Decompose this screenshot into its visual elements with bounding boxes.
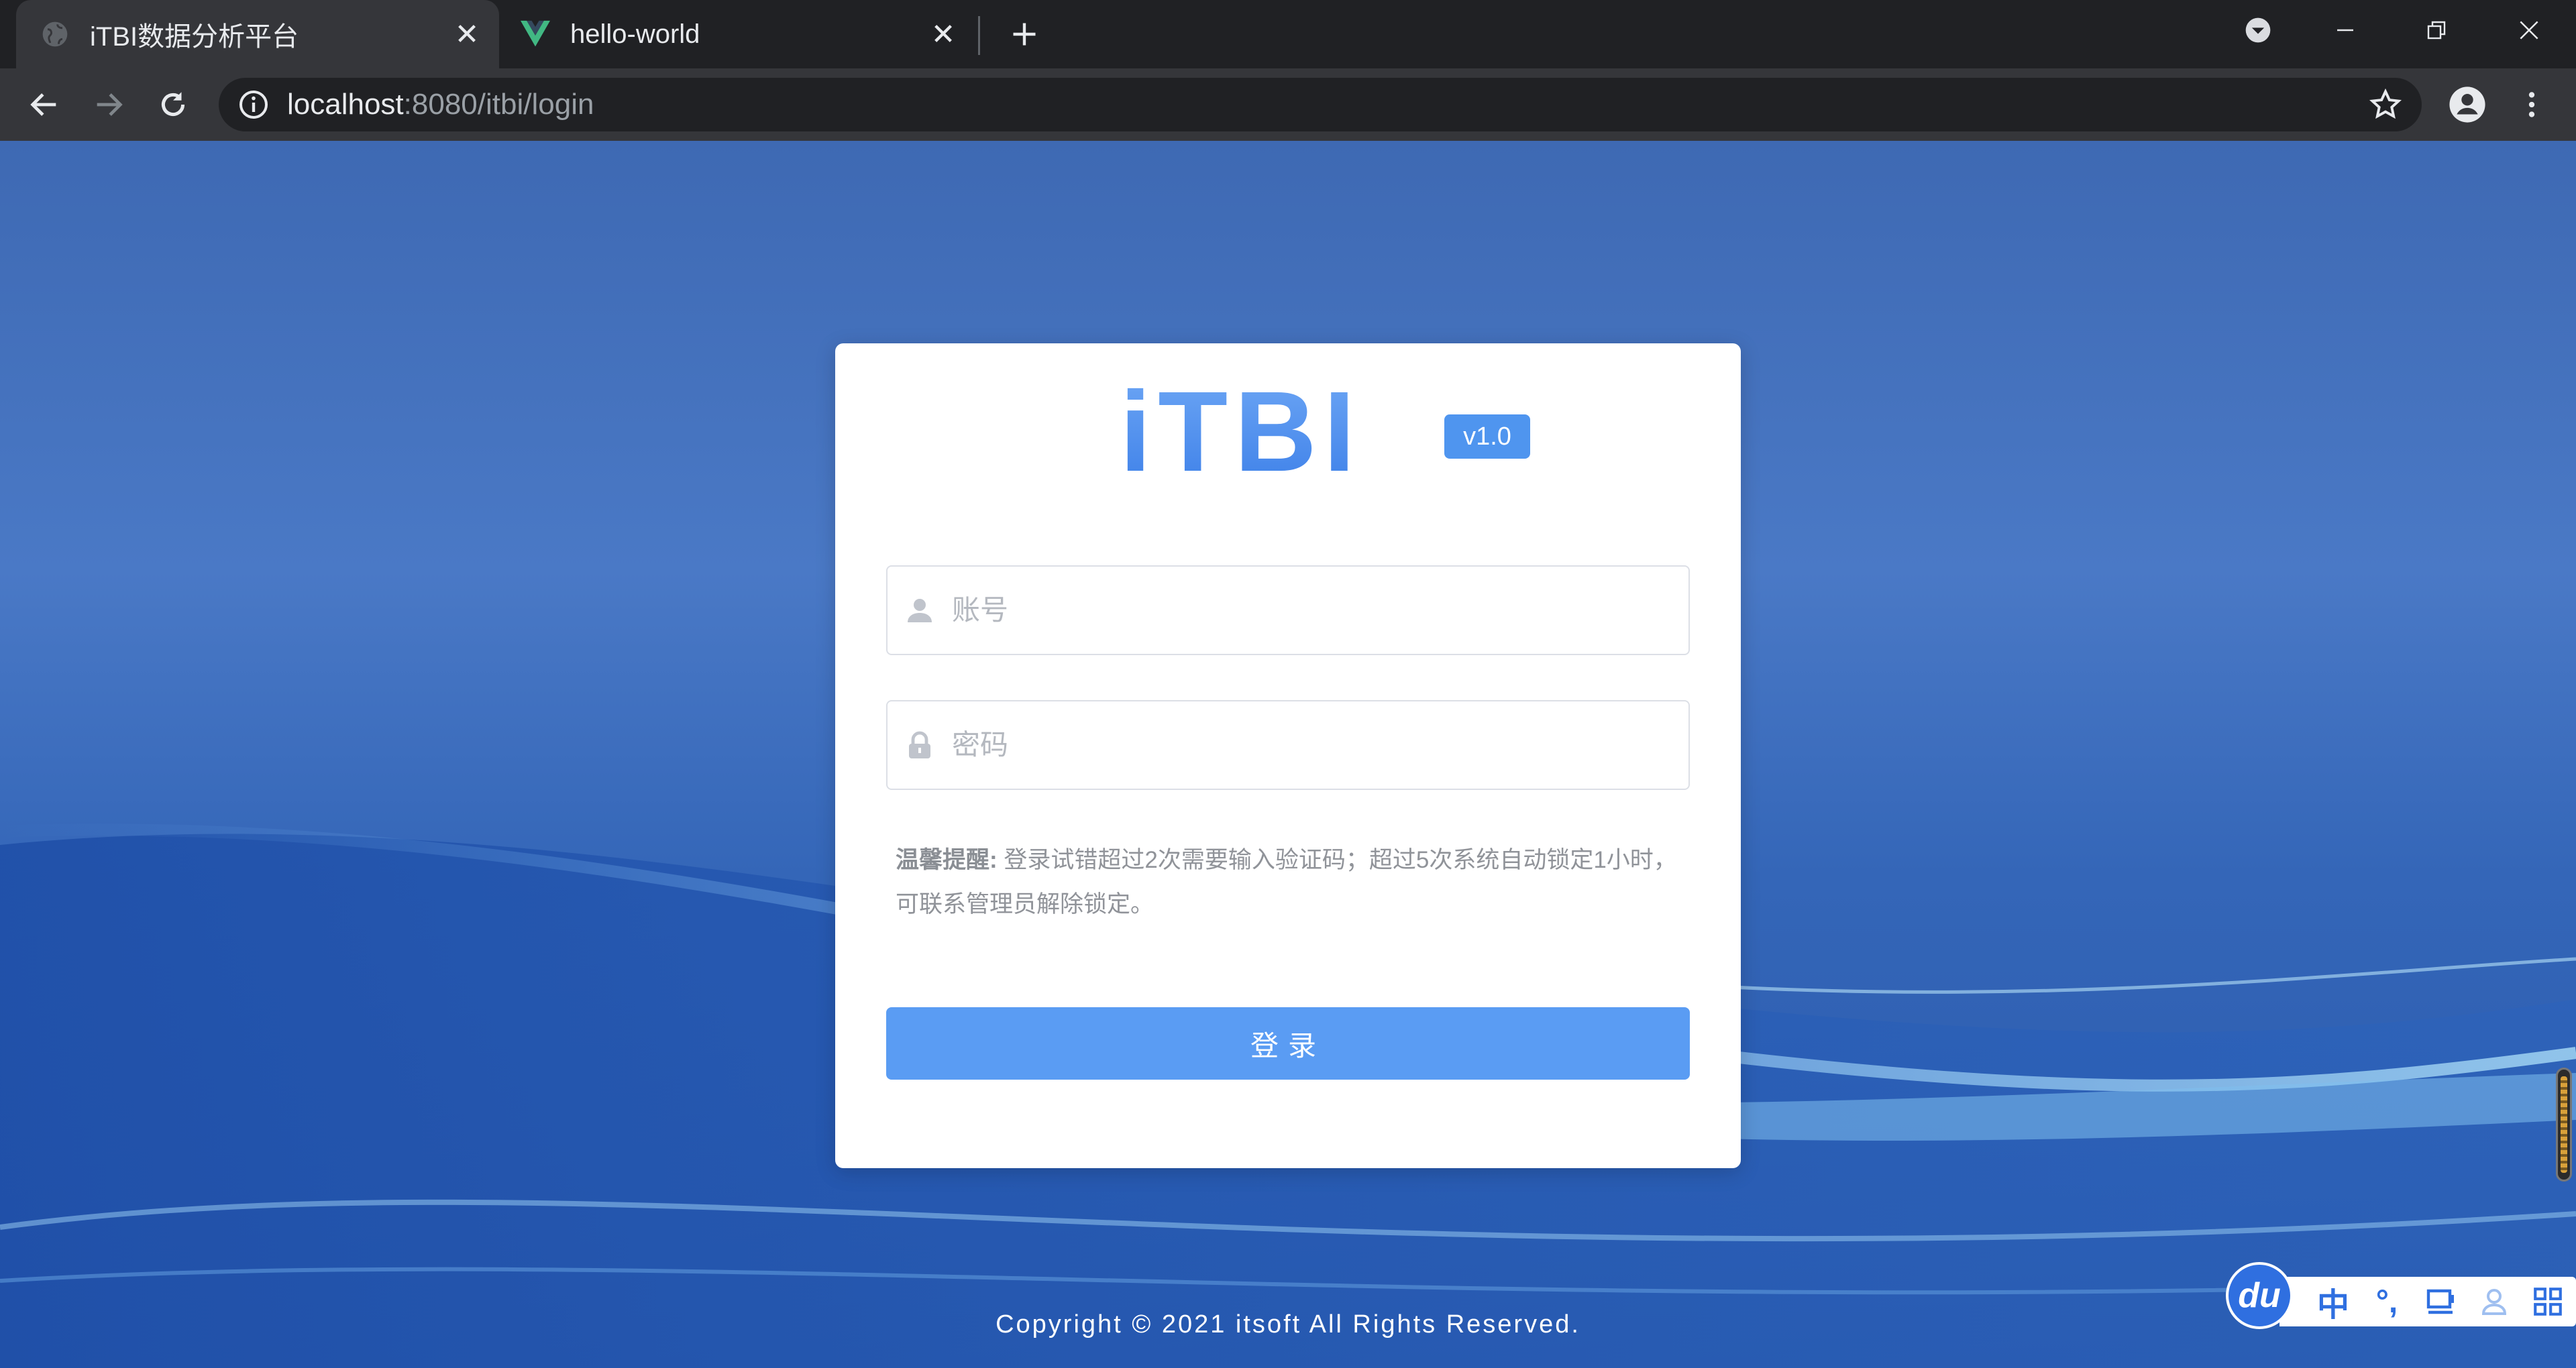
chevron-down-icon: [2245, 17, 2271, 43]
tab-search-button[interactable]: [2218, 0, 2298, 60]
lock-icon: [909, 731, 930, 758]
forward-button[interactable]: [87, 83, 130, 126]
profile-button[interactable]: [2446, 83, 2489, 126]
login-page: iTBI v1.0 温馨提醒: 登录试错超过2次需要输入验证码；超过5次系统自动…: [0, 141, 2576, 1368]
tip-text: 登录试错超过2次需要输入验证码；超过5次系统自动锁定1小时，可联系管理员解除锁定…: [896, 847, 1677, 917]
tab-title: hello-world: [570, 19, 700, 49]
close-icon[interactable]: ✕: [923, 14, 963, 54]
browser-toolbar: localhost:8080/itbi/login: [0, 68, 2576, 141]
keyboard-icon[interactable]: [2414, 1281, 2467, 1322]
new-tab-button[interactable]: [1004, 13, 1045, 55]
ime-panel: 中 °,: [2279, 1277, 2576, 1326]
plus-icon: [1013, 23, 1036, 46]
info-icon[interactable]: [237, 89, 270, 121]
globe-icon: [42, 21, 68, 47]
tab-separator: [978, 16, 980, 55]
star-icon[interactable]: [2368, 87, 2403, 122]
scroll-handle-grip: [2561, 1076, 2567, 1173]
itbi-logo: iTBI: [1120, 384, 1362, 484]
vue-icon: [521, 20, 550, 47]
menu-button[interactable]: [2510, 83, 2553, 126]
version-badge: v1.0: [1444, 414, 1530, 459]
password-field[interactable]: [886, 700, 1690, 790]
url-path: :8080/itbi/login: [403, 88, 594, 121]
login-button[interactable]: 登录: [886, 1007, 1690, 1080]
reload-button[interactable]: [152, 83, 195, 126]
account-input[interactable]: [951, 593, 1688, 627]
minimize-button[interactable]: [2305, 0, 2385, 60]
restore-button[interactable]: [2396, 0, 2477, 60]
reload-icon: [161, 92, 185, 117]
baidu-ime-logo[interactable]: du: [2226, 1262, 2293, 1329]
back-button[interactable]: [23, 83, 66, 126]
tab-hello-world[interactable]: hello-world ✕: [499, 0, 975, 68]
arrow-left-icon: [30, 93, 56, 116]
side-scroll-handle[interactable]: [2556, 1068, 2572, 1182]
password-input[interactable]: [951, 728, 1688, 762]
url-host: localhost: [287, 88, 404, 121]
ime-chinese-toggle[interactable]: 中: [2306, 1281, 2360, 1323]
tab-title: iTBI数据分析平台: [90, 22, 299, 52]
close-icon[interactable]: ✕: [447, 14, 487, 54]
minimize-icon: [2337, 29, 2353, 32]
address-bar[interactable]: localhost:8080/itbi/login: [219, 78, 2422, 131]
tab-itbi[interactable]: iTBI数据分析平台 ✕: [16, 0, 499, 68]
logo-text: iTBI: [1120, 384, 1362, 484]
arrow-right-icon: [97, 93, 123, 116]
browser-tab-bar: iTBI数据分析平台 ✕ hello-world ✕: [0, 0, 2576, 68]
account-field[interactable]: [886, 565, 1690, 655]
close-window-button[interactable]: [2489, 0, 2569, 60]
more-vertical-icon: [2528, 92, 2535, 117]
ime-punctuation-toggle[interactable]: °,: [2360, 1281, 2414, 1322]
avatar-icon: [2449, 87, 2485, 123]
user-icon[interactable]: [2467, 1281, 2521, 1322]
ime-toolbar: 中 °, du: [2226, 1262, 2576, 1329]
copyright-text: Copyright © 2021 itsoft All Rights Reser…: [996, 1310, 1580, 1338]
restore-icon: [2427, 21, 2446, 40]
tip-label: 温馨提醒:: [896, 847, 998, 873]
grid-icon[interactable]: [2521, 1281, 2575, 1322]
login-card: iTBI v1.0 温馨提醒: 登录试错超过2次需要输入验证码；超过5次系统自动…: [835, 343, 1741, 1168]
close-icon: [2520, 21, 2538, 40]
user-icon: [908, 599, 932, 622]
login-tip: 温馨提醒: 登录试错超过2次需要输入验证码；超过5次系统自动锁定1小时，可联系管…: [896, 838, 1680, 927]
